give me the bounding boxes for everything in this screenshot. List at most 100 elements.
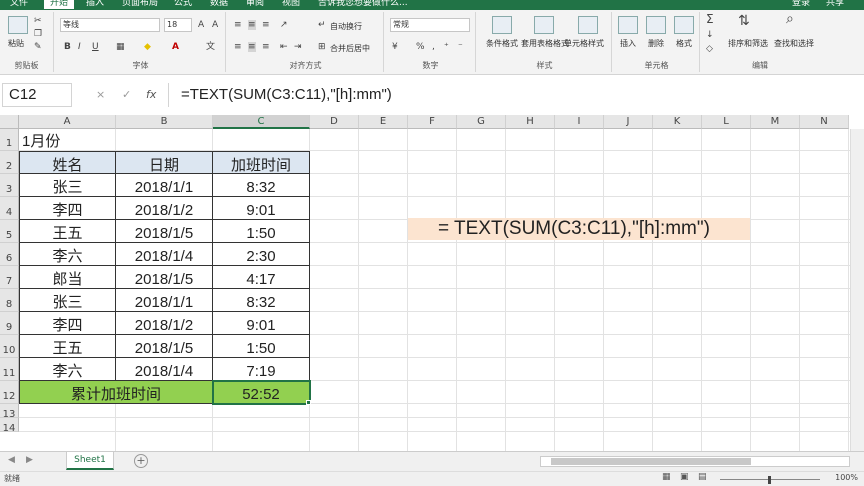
table-header-cell[interactable]: 加班时间 — [213, 151, 310, 174]
worksheet-grid[interactable]: ABCDEFGHIJKLMN 1 2 3 4 5 6 7 8 9 10 11 12 13 14 1月份 姓名… — [0, 115, 864, 451]
delete-cells-button[interactable]: 删除 — [648, 38, 664, 49]
prev-sheet-icon[interactable]: ◀ — [8, 455, 15, 465]
table-cell[interactable]: 张三 — [19, 174, 116, 197]
horizontal-scrollbar[interactable] — [540, 456, 850, 467]
table-cell[interactable]: 郎当 — [19, 266, 116, 289]
percent-button[interactable]: % — [416, 42, 425, 52]
share-button[interactable]: 共享 — [826, 0, 844, 9]
wrap-text-button[interactable]: 自动换行 — [330, 21, 362, 32]
table-cell[interactable]: 王五 — [19, 335, 116, 358]
table-cell[interactable]: 8:32 — [213, 174, 310, 197]
align-top-icon[interactable]: ≡ — [234, 20, 242, 30]
orientation-icon[interactable]: ↗ — [280, 20, 288, 30]
table-cell[interactable]: 2018/1/1 — [116, 289, 213, 312]
row-header-12[interactable]: 12 — [0, 381, 19, 404]
row-header-2[interactable]: 2 — [0, 151, 19, 174]
table-cell[interactable]: 2018/1/1 — [116, 174, 213, 197]
increase-decimal-icon[interactable]: ⁺ — [444, 42, 449, 52]
column-header-c[interactable]: C — [213, 115, 310, 129]
insert-function-button[interactable]: fx — [146, 88, 156, 101]
table-cell[interactable]: 2018/1/2 — [116, 312, 213, 335]
column-header-m[interactable]: M — [751, 115, 800, 129]
row-header-13[interactable]: 13 — [0, 404, 19, 420]
login-link[interactable]: 登录 — [792, 0, 810, 9]
column-header-l[interactable]: L — [702, 115, 751, 129]
comma-button[interactable]: , — [432, 42, 435, 52]
column-header-h[interactable]: H — [506, 115, 555, 129]
align-left-icon[interactable]: ≡ — [234, 42, 242, 52]
zoom-slider[interactable] — [720, 476, 820, 484]
page-layout-view-icon[interactable]: ▣ — [680, 472, 689, 482]
row-header-6[interactable]: 6 — [0, 243, 19, 266]
align-middle-icon[interactable]: ≡ — [248, 20, 256, 30]
cell-a1-title[interactable]: 1月份 — [19, 129, 116, 151]
align-bottom-icon[interactable]: ≡ — [262, 20, 270, 30]
font-name-select[interactable]: 等线 — [60, 18, 160, 32]
align-right-icon[interactable]: ≡ — [262, 42, 270, 52]
decrease-decimal-icon[interactable]: ⁻ — [458, 42, 463, 52]
phonetic-icon[interactable]: 文 — [206, 42, 215, 52]
find-select-button[interactable]: 查找和选择 — [774, 38, 814, 49]
align-center-icon[interactable]: ≡ — [248, 42, 256, 52]
page-break-view-icon[interactable]: ▤ — [698, 472, 707, 482]
table-cell[interactable]: 张三 — [19, 289, 116, 312]
formula-input[interactable]: =TEXT(SUM(C3:C11),"[h]:mm") — [168, 83, 862, 107]
border-icon[interactable]: ▦ — [116, 42, 125, 52]
zoom-level[interactable]: 100% — [835, 473, 858, 482]
column-header-a[interactable]: A — [19, 115, 116, 129]
table-cell[interactable]: 9:01 — [213, 197, 310, 220]
conditional-format-icon[interactable] — [492, 16, 512, 34]
table-cell[interactable]: 2018/1/5 — [116, 266, 213, 289]
currency-icon[interactable]: ¥ — [392, 42, 398, 52]
sheet-tab-sheet1[interactable]: Sheet1 — [66, 452, 114, 470]
tell-me-box[interactable]: 告诉我您想要做什么... — [318, 0, 408, 9]
underline-button[interactable]: U — [92, 42, 99, 52]
column-header-f[interactable]: F — [408, 115, 457, 129]
decrease-font-icon[interactable]: A — [212, 20, 218, 30]
table-cell[interactable]: 李六 — [19, 243, 116, 266]
table-cell[interactable]: 7:19 — [213, 358, 310, 381]
delete-cells-icon[interactable] — [646, 16, 666, 34]
row-header-5[interactable]: 5 — [0, 220, 19, 243]
fill-color-icon[interactable]: ◆ — [144, 42, 151, 52]
table-cell[interactable]: 2018/1/5 — [116, 335, 213, 358]
find-select-icon[interactable]: ⌕ — [786, 12, 794, 26]
bold-button[interactable]: B — [64, 42, 71, 52]
table-cell[interactable]: 2018/1/5 — [116, 220, 213, 243]
font-size-select[interactable]: 18 — [164, 18, 192, 32]
table-cell[interactable]: 李四 — [19, 197, 116, 220]
column-header-b[interactable]: B — [116, 115, 213, 129]
tab-insert[interactable]: 插入 — [86, 0, 104, 9]
column-header-i[interactable]: I — [555, 115, 604, 129]
table-cell[interactable]: 王五 — [19, 220, 116, 243]
select-all-corner[interactable] — [0, 115, 19, 129]
table-cell[interactable]: 2:30 — [213, 243, 310, 266]
table-cell[interactable]: 1:50 — [213, 220, 310, 243]
format-as-table-button[interactable]: 套用表格格式 — [520, 38, 570, 49]
cancel-icon[interactable]: × — [96, 88, 105, 101]
increase-indent-icon[interactable]: ⇥ — [294, 42, 302, 52]
format-painter-icon[interactable]: ✎ — [34, 42, 42, 52]
number-format-select[interactable]: 常规 — [390, 18, 470, 32]
column-header-j[interactable]: J — [604, 115, 653, 129]
column-header-e[interactable]: E — [359, 115, 408, 129]
copy-icon[interactable]: ❐ — [34, 29, 42, 39]
merge-center-button[interactable]: 合并后居中 — [330, 43, 370, 54]
row-header-10[interactable]: 10 — [0, 335, 19, 358]
autosum-icon[interactable]: Σ — [706, 13, 714, 25]
table-cell[interactable]: 2018/1/2 — [116, 197, 213, 220]
horizontal-scroll-thumb[interactable] — [551, 458, 751, 465]
total-label-cell[interactable]: 累计加班时间 — [19, 381, 213, 404]
add-sheet-button[interactable]: + — [134, 454, 148, 468]
row-header-1[interactable]: 1 — [0, 129, 19, 151]
enter-icon[interactable]: ✓ — [122, 88, 131, 101]
paste-icon[interactable] — [8, 16, 28, 34]
format-cells-icon[interactable] — [674, 16, 694, 34]
clear-icon[interactable]: ◇ — [706, 44, 713, 54]
table-cell[interactable]: 4:17 — [213, 266, 310, 289]
cut-icon[interactable]: ✂ — [34, 16, 42, 26]
format-as-table-icon[interactable] — [534, 16, 554, 34]
cell-styles-button[interactable]: 单元格样式 — [564, 38, 604, 49]
italic-button[interactable]: I — [78, 42, 81, 52]
name-box[interactable]: C12 — [2, 83, 72, 107]
